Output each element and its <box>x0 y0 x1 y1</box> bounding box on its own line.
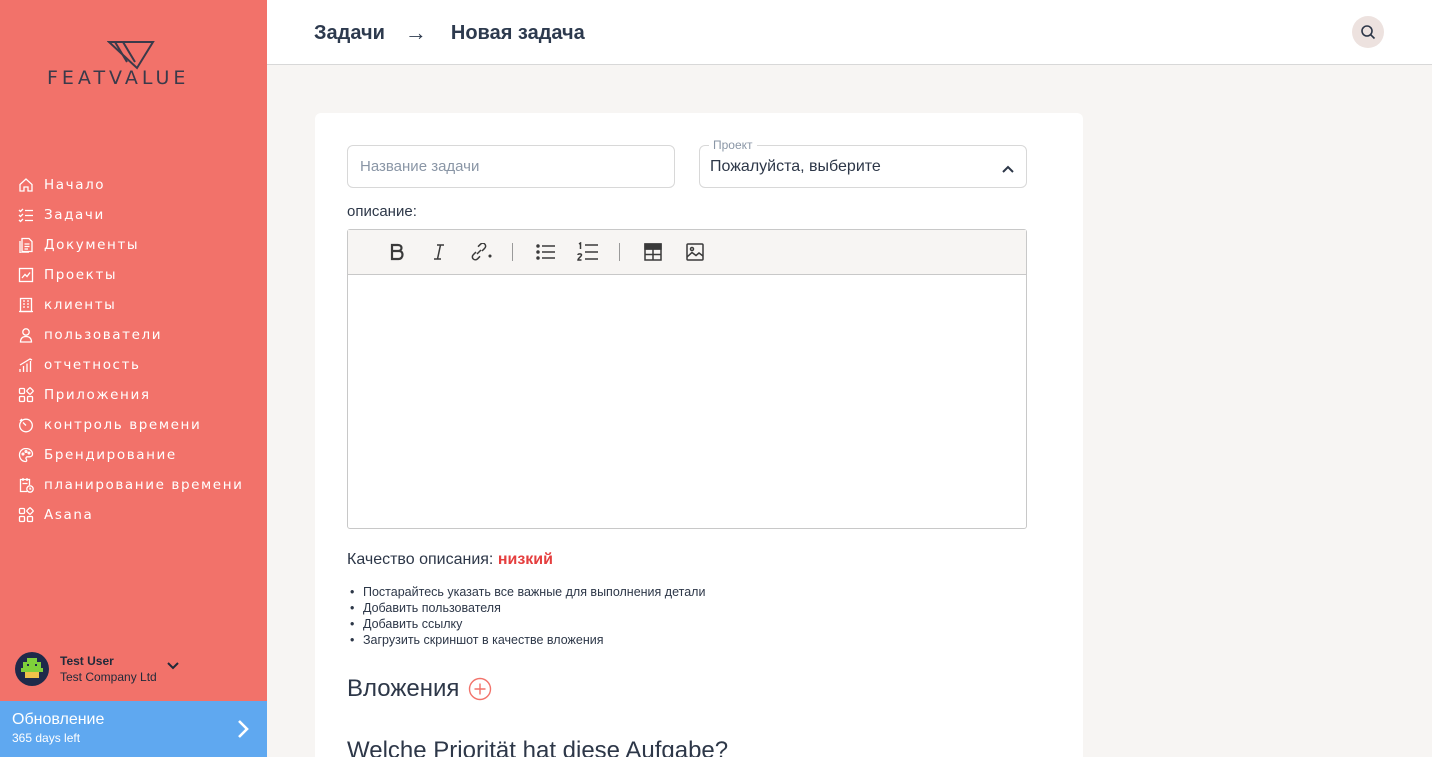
list-item: Постарайтесь указать все важные для выпо… <box>347 585 705 601</box>
image-button[interactable] <box>680 237 710 267</box>
logo-mark-icon <box>107 41 155 70</box>
description-editor <box>347 229 1027 529</box>
numbered-list-button[interactable] <box>573 237 603 267</box>
sidebar-nav: Начало Задачи Документы Проекты клиенты <box>0 170 267 530</box>
avatar <box>15 652 49 686</box>
sidebar-item-label: пользователи <box>44 327 163 343</box>
list-item: Добавить пользователя <box>347 601 705 617</box>
sidebar-item-clients[interactable]: клиенты <box>0 290 267 320</box>
sidebar-item-apps[interactable]: Приложения <box>0 380 267 410</box>
priority-title: Welche Priorität hat diese Aufgabe? <box>347 737 729 757</box>
sidebar-item-label: Проекты <box>44 267 118 283</box>
toolbar-separator <box>512 243 513 261</box>
chevron-up-icon <box>1002 160 1014 178</box>
description-textarea[interactable] <box>348 275 1026 528</box>
italic-button[interactable] <box>424 237 454 267</box>
user-company: Test Company Ltd <box>60 670 157 684</box>
sidebar-item-asana[interactable]: Asana <box>0 500 267 530</box>
add-attachment-icon[interactable] <box>468 677 492 701</box>
editor-toolbar <box>348 230 1026 275</box>
reports-icon <box>17 356 35 374</box>
tasks-icon <box>17 206 35 224</box>
table-icon <box>644 243 662 261</box>
description-label: описание: <box>347 203 417 220</box>
toolbar-separator <box>619 243 620 261</box>
user-name: Test User <box>60 654 114 668</box>
sidebar-item-reports[interactable]: отчетность <box>0 350 267 380</box>
chevron-right-icon <box>237 719 249 744</box>
attachments-section: Вложения <box>347 675 492 703</box>
sidebar-item-projects[interactable]: Проекты <box>0 260 267 290</box>
update-title: Обновление <box>12 711 105 728</box>
clients-icon <box>17 296 35 314</box>
sidebar-item-tasks[interactable]: Задачи <box>0 200 267 230</box>
chevron-down-icon[interactable] <box>167 657 179 675</box>
attachments-title: Вложения <box>347 675 460 702</box>
sidebar-item-label: планирование времени <box>44 477 244 493</box>
logo-text: FEATVALUE <box>47 67 190 89</box>
quality-tips-list: Постарайтесь указать все важные для выпо… <box>347 585 705 649</box>
italic-icon <box>434 244 444 260</box>
breadcrumb: Задачи → Новая задача <box>314 20 585 46</box>
quality-value: низкий <box>497 551 553 568</box>
breadcrumb-arrow: → <box>404 20 427 45</box>
sidebar-item-label: клиенты <box>44 297 117 313</box>
task-form-card: Проект Пожалуйста, выберите описание: <box>315 113 1083 757</box>
sidebar-item-documents[interactable]: Документы <box>0 230 267 260</box>
list-item: Добавить ссылку <box>347 617 705 633</box>
task-title-input[interactable] <box>347 145 675 188</box>
apps-icon <box>17 386 35 404</box>
table-button[interactable] <box>638 237 668 267</box>
update-banner[interactable]: Обновление 365 days left <box>0 701 267 757</box>
sidebar-item-label: Задачи <box>44 207 105 223</box>
projects-icon <box>17 266 35 284</box>
sidebar: FEATVALUE Начало Задачи Документы Проект… <box>0 0 267 757</box>
search-button[interactable] <box>1352 16 1384 48</box>
pixel-avatar-icon <box>21 658 43 678</box>
list-item: Загрузить скриншот в качестве вложения <box>347 633 705 649</box>
sidebar-item-home[interactable]: Начало <box>0 170 267 200</box>
sidebar-item-label: Начало <box>44 177 106 193</box>
update-days-left: 365 days left <box>12 731 81 745</box>
numbered-list-icon <box>577 242 598 261</box>
user-menu[interactable]: Test User Test Company Ltd <box>15 652 255 686</box>
apps-icon <box>17 506 35 524</box>
page-title: Новая задача <box>450 21 585 44</box>
sidebar-item-label: контроль времени <box>44 417 202 433</box>
sidebar-item-label: Брендирование <box>44 447 177 463</box>
sidebar-item-scheduling[interactable]: планирование времени <box>0 470 267 500</box>
documents-icon <box>17 236 35 254</box>
image-icon <box>686 243 704 261</box>
sidebar-item-label: Asana <box>44 507 94 523</box>
sidebar-item-label: Приложения <box>44 387 151 403</box>
top-header: Задачи → Новая задача <box>267 0 1432 65</box>
project-selected-value: Пожалуйста, выберите <box>710 158 881 175</box>
description-quality: Качество описания: низкий <box>347 551 553 569</box>
sidebar-item-label: отчетность <box>44 357 141 373</box>
home-icon <box>17 176 35 194</box>
logo[interactable]: FEATVALUE <box>47 40 222 92</box>
link-button[interactable] <box>466 237 496 267</box>
bold-button[interactable] <box>382 237 412 267</box>
sidebar-item-label: Документы <box>44 237 140 253</box>
sidebar-item-branding[interactable]: Брендирование <box>0 440 267 470</box>
bullet-list-icon <box>536 244 555 260</box>
sidebar-item-users[interactable]: пользователи <box>0 320 267 350</box>
sidebar-item-time-tracking[interactable]: контроль времени <box>0 410 267 440</box>
timer-icon <box>17 416 35 434</box>
breadcrumb-tasks[interactable]: Задачи <box>314 22 385 45</box>
link-icon <box>471 243 492 261</box>
schedule-icon <box>17 476 35 494</box>
project-select[interactable]: Проект Пожалуйста, выберите <box>699 138 1027 188</box>
palette-icon <box>17 446 35 464</box>
bullet-list-button[interactable] <box>531 237 561 267</box>
search-icon <box>1361 25 1376 40</box>
bold-icon <box>390 243 404 261</box>
quality-label: Качество описания: <box>347 551 494 568</box>
users-icon <box>17 326 35 344</box>
project-label: Проект <box>709 138 757 152</box>
